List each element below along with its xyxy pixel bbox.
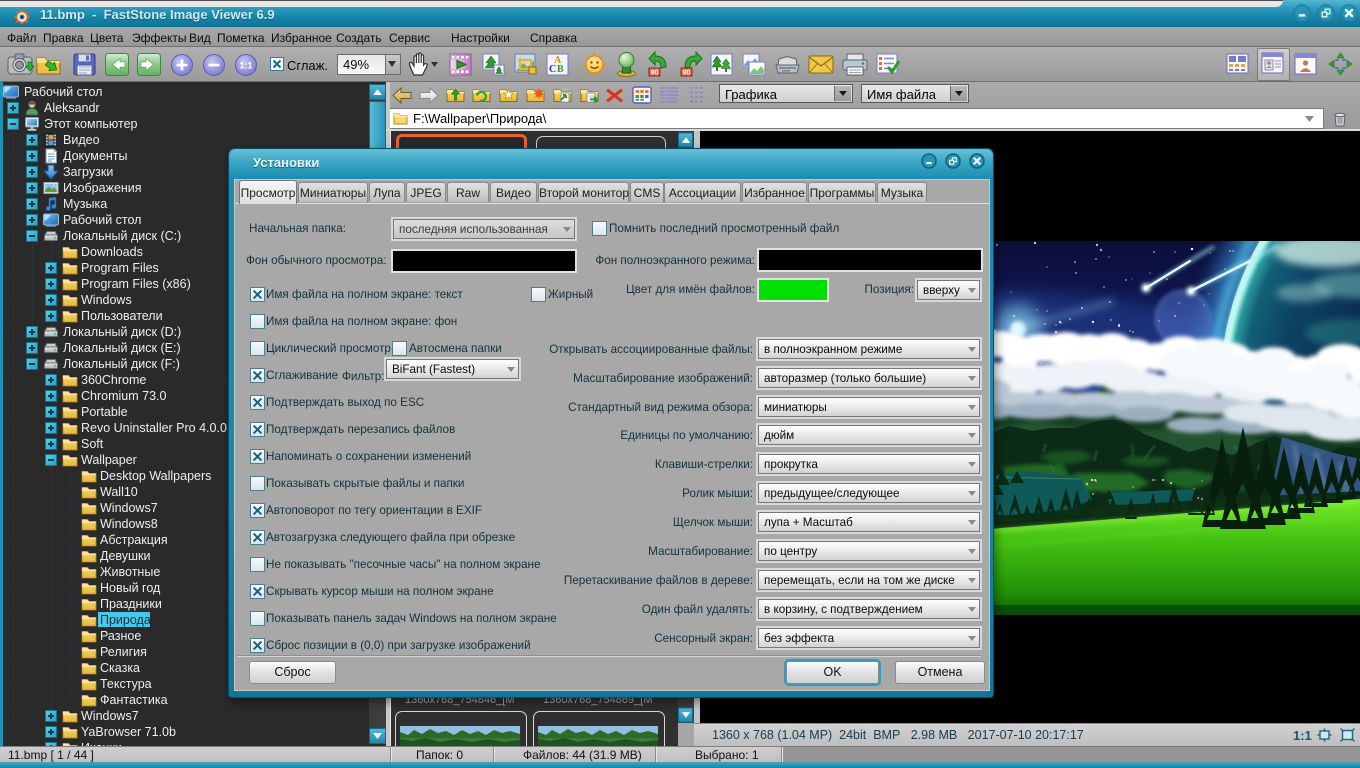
svg-text:B: B: [557, 64, 564, 75]
svg-text:C: C: [549, 64, 556, 75]
svg-text:1:1: 1:1: [239, 61, 252, 71]
svg-text:90: 90: [651, 70, 659, 77]
svg-text:90: 90: [683, 70, 691, 77]
